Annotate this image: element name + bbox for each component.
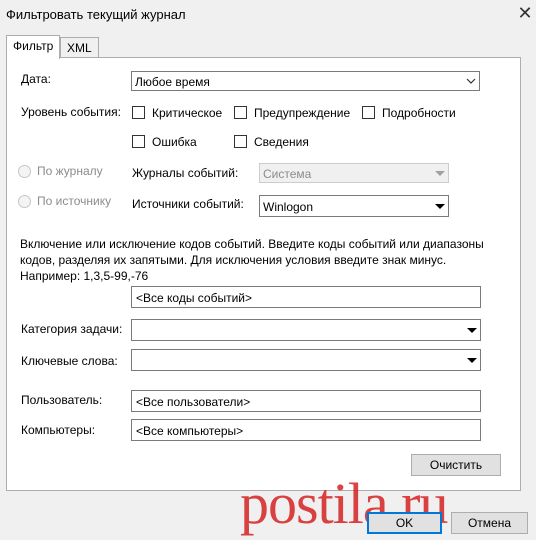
level-label: Уровень события: xyxy=(21,105,121,119)
user-label: Пользователь: xyxy=(21,393,103,407)
warning-checkbox[interactable] xyxy=(234,106,247,119)
close-icon[interactable]: ✕ xyxy=(515,3,535,23)
user-value: <Все пользователи> xyxy=(136,395,251,409)
warning-label: Предупреждение xyxy=(254,106,351,120)
error-checkbox[interactable] xyxy=(132,135,145,148)
window-title: Фильтровать текущий журнал xyxy=(6,7,186,22)
by-log-label: По журналу xyxy=(37,164,103,178)
event-sources-label: Источники событий: xyxy=(132,197,244,211)
date-select[interactable]: Любое время xyxy=(131,71,480,91)
critical-label: Критическое xyxy=(152,106,223,120)
verbose-label: Подробности xyxy=(382,106,456,120)
information-label: Сведения xyxy=(254,135,309,149)
computer-label: Компьютеры: xyxy=(21,423,96,437)
by-log-radio[interactable] xyxy=(18,165,31,178)
dropdown-arrow-icon xyxy=(463,350,480,370)
dropdown-arrow-icon xyxy=(431,164,448,182)
event-ids-input[interactable]: <Все коды событий> xyxy=(131,286,481,308)
event-logs-value: Система xyxy=(263,167,312,181)
verbose-checkbox[interactable] xyxy=(362,106,375,119)
dropdown-arrow-icon xyxy=(431,196,448,216)
keywords-select[interactable] xyxy=(131,349,481,371)
event-sources-value: Winlogon xyxy=(263,200,314,214)
information-checkbox[interactable] xyxy=(234,135,247,148)
event-logs-label: Журналы событий: xyxy=(132,166,239,180)
keywords-label: Ключевые слова: xyxy=(21,354,118,368)
date-label: Дата: xyxy=(21,72,51,86)
task-category-label: Категория задачи: xyxy=(21,322,123,336)
computer-input[interactable]: <Все компьютеры> xyxy=(131,419,481,441)
tab-filter[interactable]: Фильтр xyxy=(6,35,61,59)
ok-button[interactable]: OK xyxy=(367,512,442,534)
by-source-label: По источнику xyxy=(37,194,112,208)
event-logs-select[interactable]: Система xyxy=(259,163,449,183)
by-source-radio[interactable] xyxy=(18,195,31,208)
dropdown-arrow-icon xyxy=(463,320,480,340)
date-value: Любое время xyxy=(135,75,210,89)
event-ids-value: <Все коды событий> xyxy=(136,291,252,305)
error-label: Ошибка xyxy=(152,135,197,149)
computer-value: <Все компьютеры> xyxy=(136,424,244,438)
cancel-button[interactable]: Отмена xyxy=(451,512,528,534)
tab-xml[interactable]: XML xyxy=(60,37,99,58)
chevron-down-icon xyxy=(462,72,479,90)
event-sources-select[interactable]: Winlogon xyxy=(259,195,449,217)
user-input[interactable]: <Все пользователи> xyxy=(131,390,481,412)
task-category-select[interactable] xyxy=(131,319,481,341)
event-id-help-text: Включение или исключение кодов событий. … xyxy=(20,237,484,283)
critical-checkbox[interactable] xyxy=(132,106,145,119)
